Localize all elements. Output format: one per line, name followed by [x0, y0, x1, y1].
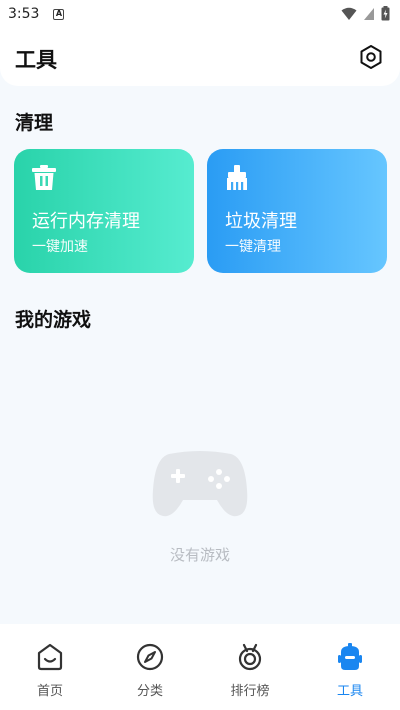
junk-clean-title: 垃圾清理	[225, 211, 297, 232]
app-header: 工具	[0, 28, 400, 86]
games-section-title: 我的游戏	[15, 309, 92, 331]
bottom-tab-bar: 首页 分类 排行榜 工具	[0, 624, 400, 710]
ram-clean-subtitle: 一键加速	[32, 239, 88, 255]
tab-ranking-label: 排行榜	[230, 684, 270, 699]
settings-hex-icon[interactable]	[358, 44, 384, 70]
compass-icon	[136, 643, 164, 671]
tab-home-label: 首页	[36, 684, 63, 699]
battery-icon	[381, 6, 390, 21]
games-empty-state: 没有游戏	[0, 450, 400, 565]
tab-tools-label: 工具	[336, 684, 363, 699]
junk-clean-card[interactable]: 垃圾清理 一键清理	[207, 149, 387, 273]
ram-clean-title: 运行内存清理	[32, 211, 140, 232]
status-bar: 3:53 A	[0, 0, 400, 28]
wifi-icon	[341, 7, 357, 20]
tab-home[interactable]: 首页	[0, 642, 100, 710]
tab-tools[interactable]: 工具	[300, 642, 400, 710]
trash-icon	[32, 165, 56, 190]
tab-category[interactable]: 分类	[100, 642, 200, 710]
cleanup-section-title: 清理	[15, 112, 54, 134]
junk-clean-subtitle: 一键清理	[225, 239, 281, 255]
broom-icon	[227, 165, 247, 190]
page-title: 工具	[15, 48, 57, 72]
games-empty-text: 没有游戏	[169, 546, 230, 564]
medal-icon	[238, 643, 262, 671]
tab-category-label: 分类	[136, 684, 163, 699]
ram-clean-card[interactable]: 运行内存清理 一键加速	[14, 149, 194, 273]
status-icons	[341, 6, 390, 21]
robot-icon	[338, 643, 362, 670]
signal-icon	[364, 7, 374, 20]
status-time: 3:53	[8, 6, 40, 22]
gamepad-icon	[152, 451, 248, 517]
home-icon	[37, 643, 63, 671]
notification-a-icon: A	[53, 8, 65, 20]
tab-ranking[interactable]: 排行榜	[200, 642, 300, 710]
